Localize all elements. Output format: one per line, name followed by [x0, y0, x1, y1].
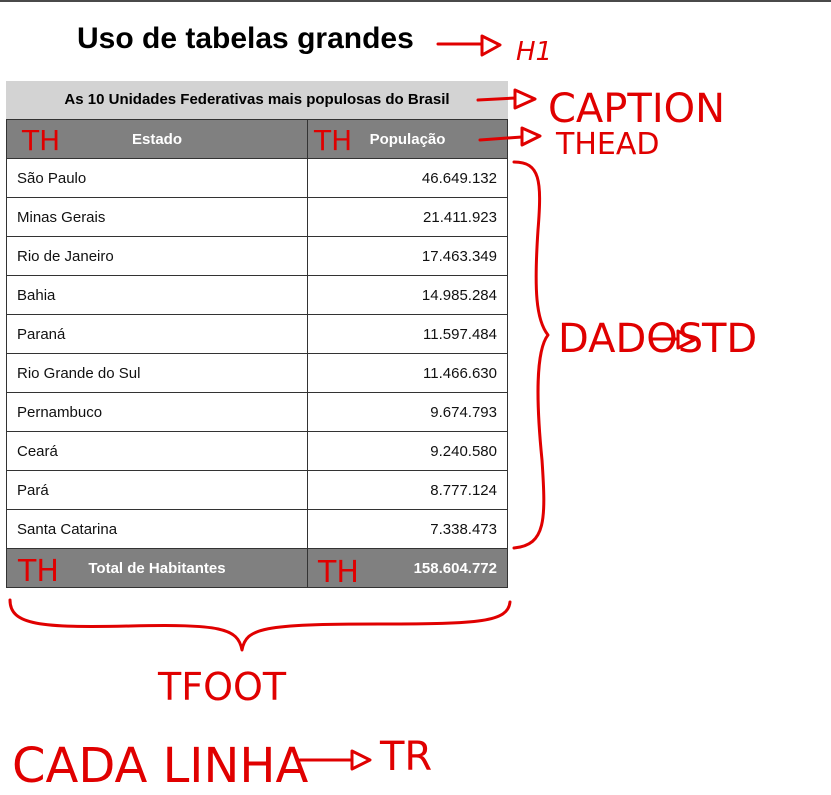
cell-state: Santa Catarina	[6, 509, 308, 549]
cell-state: Rio de Janeiro	[6, 236, 308, 276]
table-foot: Total de Habitantes 158.604.772	[6, 548, 508, 588]
page-title: Uso de tabelas grandes	[77, 22, 414, 55]
top-border	[0, 0, 831, 2]
cell-population: 7.338.473	[307, 509, 508, 549]
dados-annotation: DADOS	[558, 316, 703, 362]
cell-population: 11.466.630	[307, 353, 508, 393]
header-row: Estado População	[6, 119, 508, 159]
table-row: Minas Gerais 21.411.923	[6, 197, 508, 237]
cell-state: Pará	[6, 470, 308, 510]
cell-state: Paraná	[6, 314, 308, 354]
table-body: São Paulo 46.649.132 Minas Gerais 21.411.9…	[6, 158, 508, 549]
cada-linha-annotation: CADA LINHA	[12, 738, 308, 794]
tfoot-annotation: TFOOT	[157, 665, 287, 709]
table-row: Rio de Janeiro 17.463.349	[6, 236, 508, 276]
table-row: São Paulo 46.649.132	[6, 158, 508, 198]
cell-population: 9.240.580	[307, 431, 508, 471]
cell-population: 46.649.132	[307, 158, 508, 198]
table-row: Paraná 11.597.484	[6, 314, 508, 354]
cell-state: Pernambuco	[6, 392, 308, 432]
footer-total: 158.604.772	[307, 548, 508, 588]
cell-population: 21.411.923	[307, 197, 508, 237]
population-table: As 10 Unidades Federativas mais populosa…	[6, 81, 508, 588]
table-row: Bahia 14.985.284	[6, 275, 508, 315]
table-row: Rio Grande do Sul 11.466.630	[6, 353, 508, 393]
table-row: Ceará 9.240.580	[6, 431, 508, 471]
dados-arrow-icon	[650, 329, 696, 350]
cell-population: 11.597.484	[307, 314, 508, 354]
cell-population: 14.985.284	[307, 275, 508, 315]
h1-arrow-icon	[436, 34, 502, 57]
td-annotation: TD	[701, 316, 757, 362]
table-row: Santa Catarina 7.338.473	[6, 509, 508, 549]
header-populacao: População	[307, 119, 508, 159]
cell-population: 8.777.124	[307, 470, 508, 510]
cell-state: São Paulo	[6, 158, 308, 198]
footer-label: Total de Habitantes	[6, 548, 308, 588]
table-head: Estado População	[6, 119, 508, 159]
h1-annotation: H1	[516, 37, 552, 67]
thead-annotation: THEAD	[555, 127, 659, 162]
tr-annotation: TR	[379, 734, 432, 780]
population-table-wrapper: As 10 Unidades Federativas mais populosa…	[6, 81, 508, 588]
dados-brace-icon	[512, 160, 550, 550]
cell-state: Rio Grande do Sul	[6, 353, 308, 393]
table-row: Pernambuco 9.674.793	[6, 392, 508, 432]
table-caption: As 10 Unidades Federativas mais populosa…	[6, 81, 508, 119]
footer-row: Total de Habitantes 158.604.772	[6, 548, 508, 588]
cell-population: 9.674.793	[307, 392, 508, 432]
cell-state: Ceará	[6, 431, 308, 471]
cell-population: 17.463.349	[307, 236, 508, 276]
tfoot-brace-icon	[8, 598, 512, 652]
cell-state: Minas Gerais	[6, 197, 308, 237]
caption-annotation: CAPTION	[548, 86, 725, 132]
header-estado: Estado	[6, 119, 308, 159]
cell-state: Bahia	[6, 275, 308, 315]
table-row: Pará 8.777.124	[6, 470, 508, 510]
tr-arrow-icon	[298, 749, 372, 771]
